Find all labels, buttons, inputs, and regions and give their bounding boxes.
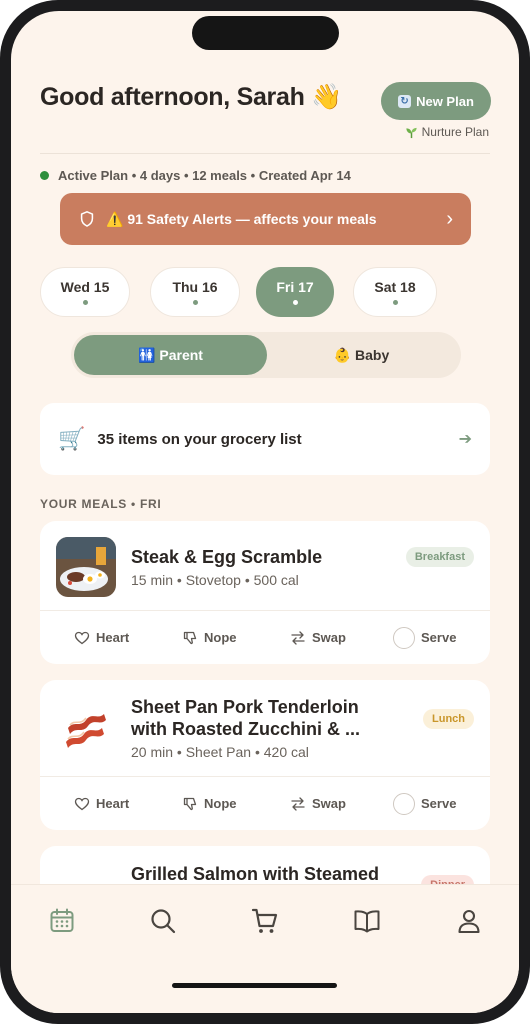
meal-type-badge: Lunch — [423, 709, 474, 729]
day-selector: Wed 15 Thu 16 Fri 17 Sat 18 — [40, 267, 490, 317]
meal-type-badge: Breakfast — [405, 547, 474, 567]
nope-button[interactable]: Nope — [182, 630, 237, 646]
meal-card[interactable]: Steak & Egg Scramble 15 min • Stovetop •… — [40, 521, 490, 664]
heart-button[interactable]: Heart — [74, 796, 129, 812]
serve-checkbox[interactable] — [393, 792, 415, 815]
heart-button[interactable]: Heart — [74, 630, 129, 646]
calendar-icon — [50, 908, 74, 932]
active-status-dot — [40, 171, 49, 180]
header-divider — [40, 153, 490, 154]
plan-name-label: Nurture Plan — [421, 125, 489, 139]
meal-name: Grilled Salmon with Steamed — [131, 864, 380, 884]
nope-label: Nope — [204, 796, 237, 811]
app-screen: Good afternoon, Sarah 👋 ↻ New Plan Nurtu… — [11, 11, 519, 1013]
arrow-right-icon: ➔ — [458, 431, 472, 448]
nope-label: Nope — [204, 630, 237, 645]
day-wed-15[interactable]: Wed 15 — [40, 267, 130, 317]
bacon-icon — [56, 700, 116, 760]
recipes-tab[interactable] — [351, 905, 383, 937]
book-icon — [354, 910, 380, 933]
meal-details: 15 min • Stovetop • 500 cal — [131, 572, 299, 588]
day-dot — [392, 300, 398, 305]
meal-card-header: Steak & Egg Scramble 15 min • Stovetop •… — [40, 521, 490, 610]
serve-checkbox[interactable] — [393, 626, 415, 649]
swap-icon — [291, 630, 305, 645]
meal-name: Steak & Egg Scramble — [131, 547, 323, 567]
meals-section-title: YOUR MEALS • FRI — [40, 497, 162, 511]
serve-button[interactable]: Serve — [393, 626, 457, 649]
refresh-icon: ↻ — [398, 94, 412, 108]
new-plan-label: New Plan — [416, 93, 474, 109]
safety-alert-banner[interactable]: ⚠️ 91 Safety Alerts — affects your meals… — [60, 193, 471, 245]
day-dot — [292, 300, 298, 305]
meal-photo — [56, 537, 116, 597]
thumbs-down-icon — [183, 797, 197, 810]
shield-icon — [80, 211, 94, 227]
meal-card[interactable]: Sheet Pan Pork Tenderloin with Roasted Z… — [40, 680, 490, 830]
day-label: Fri 17 — [276, 279, 314, 295]
calendar-tab[interactable] — [46, 905, 78, 937]
toggle-baby[interactable]: 👶 Baby — [265, 335, 458, 375]
new-plan-button[interactable]: ↻ New Plan — [381, 82, 491, 120]
swap-icon — [291, 796, 305, 811]
day-label: Sat 18 — [374, 279, 416, 295]
shopping-cart-icon: 🛒 — [58, 426, 86, 451]
sprout-icon — [406, 127, 417, 138]
grocery-text: 35 items on your grocery list — [97, 430, 302, 448]
home-indicator[interactable] — [172, 983, 337, 988]
toggle-parent[interactable]: 🚻 Parent — [74, 335, 267, 375]
cart-tab[interactable] — [249, 905, 281, 937]
day-thu-16[interactable]: Thu 16 — [150, 267, 240, 317]
cart-icon — [251, 908, 278, 933]
swap-label: Swap — [312, 796, 346, 811]
profile-tab[interactable] — [453, 905, 485, 937]
serve-label: Serve — [421, 796, 457, 811]
toggle-parent-label: 🚻 Parent — [138, 346, 203, 363]
meal-name: Sheet Pan Pork Tenderloin with Roasted Z… — [131, 697, 361, 739]
day-label: Wed 15 — [60, 279, 110, 295]
day-fri-17[interactable]: Fri 17 — [256, 267, 334, 317]
meal-card-header: Sheet Pan Pork Tenderloin with Roasted Z… — [40, 680, 490, 776]
toggle-baby-label: 👶 Baby — [333, 346, 390, 363]
profile-toggle: 🚻 Parent 👶 Baby — [71, 332, 461, 378]
phone-frame: Good afternoon, Sarah 👋 ↻ New Plan Nurtu… — [0, 0, 530, 1024]
safety-alert-text: ⚠️ 91 Safety Alerts — affects your meals — [106, 210, 377, 227]
day-dot — [192, 300, 198, 305]
nope-button[interactable]: Nope — [182, 796, 237, 812]
plan-meta-text: Active Plan • 4 days • 12 meals • Create… — [58, 168, 351, 183]
heart-label: Heart — [96, 796, 130, 811]
dynamic-island — [192, 16, 339, 50]
heart-icon — [74, 631, 90, 644]
serve-label: Serve — [421, 630, 457, 645]
grocery-list-card[interactable]: 🛒 35 items on your grocery list ➔ — [40, 403, 490, 475]
plan-status: Active Plan • 4 days • 12 meals • Create… — [40, 168, 351, 183]
day-dot — [82, 300, 88, 305]
day-label: Thu 16 — [172, 279, 218, 295]
serve-button[interactable]: Serve — [393, 792, 457, 815]
heart-label: Heart — [96, 630, 130, 645]
thumbs-down-icon — [183, 631, 197, 644]
plan-name: Nurture Plan — [405, 125, 489, 139]
search-tab[interactable] — [147, 905, 179, 937]
chevron-right-icon: › — [446, 207, 453, 230]
heart-icon — [74, 797, 90, 810]
greeting-title: Good afternoon, Sarah 👋 — [40, 83, 343, 111]
search-icon — [151, 909, 176, 934]
swap-button[interactable]: Swap — [290, 796, 346, 812]
day-sat-18[interactable]: Sat 18 — [353, 267, 437, 317]
swap-button[interactable]: Swap — [290, 630, 346, 646]
swap-label: Swap — [312, 630, 346, 645]
meal-details: 20 min • Sheet Pan • 420 cal — [131, 744, 309, 760]
bottom-tab-bar — [11, 884, 519, 1013]
profile-icon — [458, 909, 480, 934]
meal-actions: Heart Nope Swap Serve — [40, 610, 490, 664]
meal-actions: Heart Nope Swap Serve — [40, 776, 490, 830]
